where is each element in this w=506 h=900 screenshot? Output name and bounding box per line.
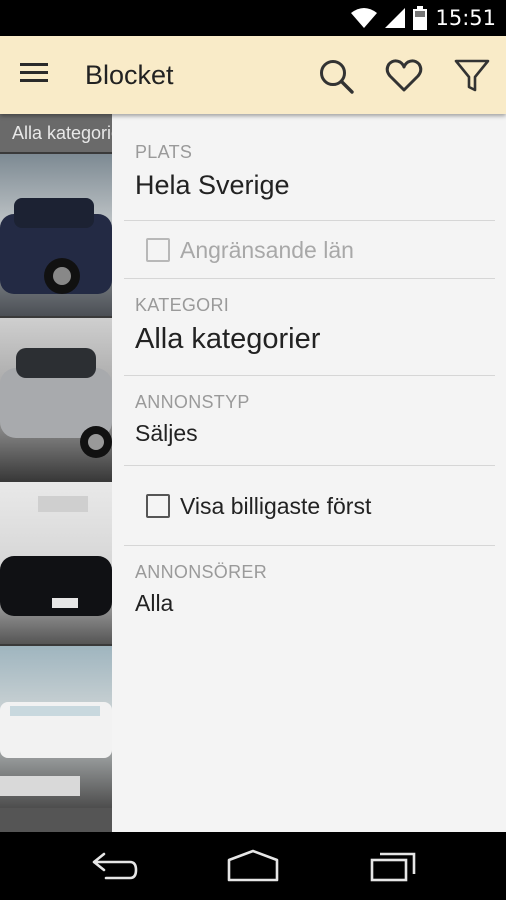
plats-value: Hela Sverige — [135, 170, 290, 200]
battery-icon — [413, 6, 428, 30]
app-bar: Blocket — [0, 36, 506, 114]
annonstyp-section[interactable]: ANNONSTYP Säljes — [124, 376, 495, 466]
menu-icon[interactable] — [20, 60, 60, 90]
listing-thumbnail[interactable] — [0, 316, 112, 480]
car-image — [0, 198, 112, 294]
car-image — [0, 496, 112, 616]
angransande-label: Angränsande län — [180, 237, 354, 263]
plats-label: PLATS — [135, 142, 193, 162]
recent-apps-icon[interactable] — [366, 848, 422, 884]
plats-section[interactable]: PLATS Hela Sverige — [124, 114, 495, 221]
navigation-bar — [0, 832, 506, 900]
billigast-checkbox[interactable] — [146, 494, 170, 518]
listing-thumbnail[interactable] — [0, 480, 112, 644]
category-header[interactable]: Alla kategorier — [0, 114, 112, 152]
signal-icon — [385, 8, 406, 28]
annonsorer-value: Alla — [135, 590, 174, 616]
kategori-section[interactable]: KATEGORI Alla kategorier — [124, 279, 495, 376]
billigast-row[interactable]: Visa billigaste först — [124, 466, 495, 546]
home-icon[interactable] — [225, 848, 281, 884]
listing-list: Alla kategorier — [0, 114, 112, 832]
annonsorer-label: ANNONSÖRER — [135, 562, 268, 582]
status-bar: 15:51 — [0, 0, 506, 36]
car-image — [0, 348, 112, 458]
kategori-value: Alla kategorier — [135, 323, 321, 355]
filter-panel: PLATS Hela Sverige Angränsande län KATEG… — [112, 114, 506, 832]
clock: 15:51 — [435, 6, 496, 30]
back-icon[interactable] — [86, 848, 142, 884]
annonsorer-section[interactable]: ANNONSÖRER Alla — [124, 546, 495, 636]
heart-icon[interactable] — [384, 56, 424, 96]
filter-icon[interactable] — [452, 56, 492, 96]
search-icon[interactable] — [316, 56, 356, 96]
annonstyp-label: ANNONSTYP — [135, 392, 250, 412]
annonstyp-value: Säljes — [135, 420, 198, 446]
wifi-icon — [351, 8, 378, 28]
listing-thumbnail[interactable] — [0, 644, 112, 808]
listing-thumbnail[interactable] — [0, 152, 112, 316]
angransande-row[interactable]: Angränsande län — [124, 221, 495, 279]
kategori-label: KATEGORI — [135, 295, 230, 315]
angransande-checkbox[interactable] — [146, 238, 170, 262]
app-title: Blocket — [85, 60, 174, 90]
bathtub-image — [0, 702, 112, 796]
billigast-label: Visa billigaste först — [180, 493, 372, 519]
